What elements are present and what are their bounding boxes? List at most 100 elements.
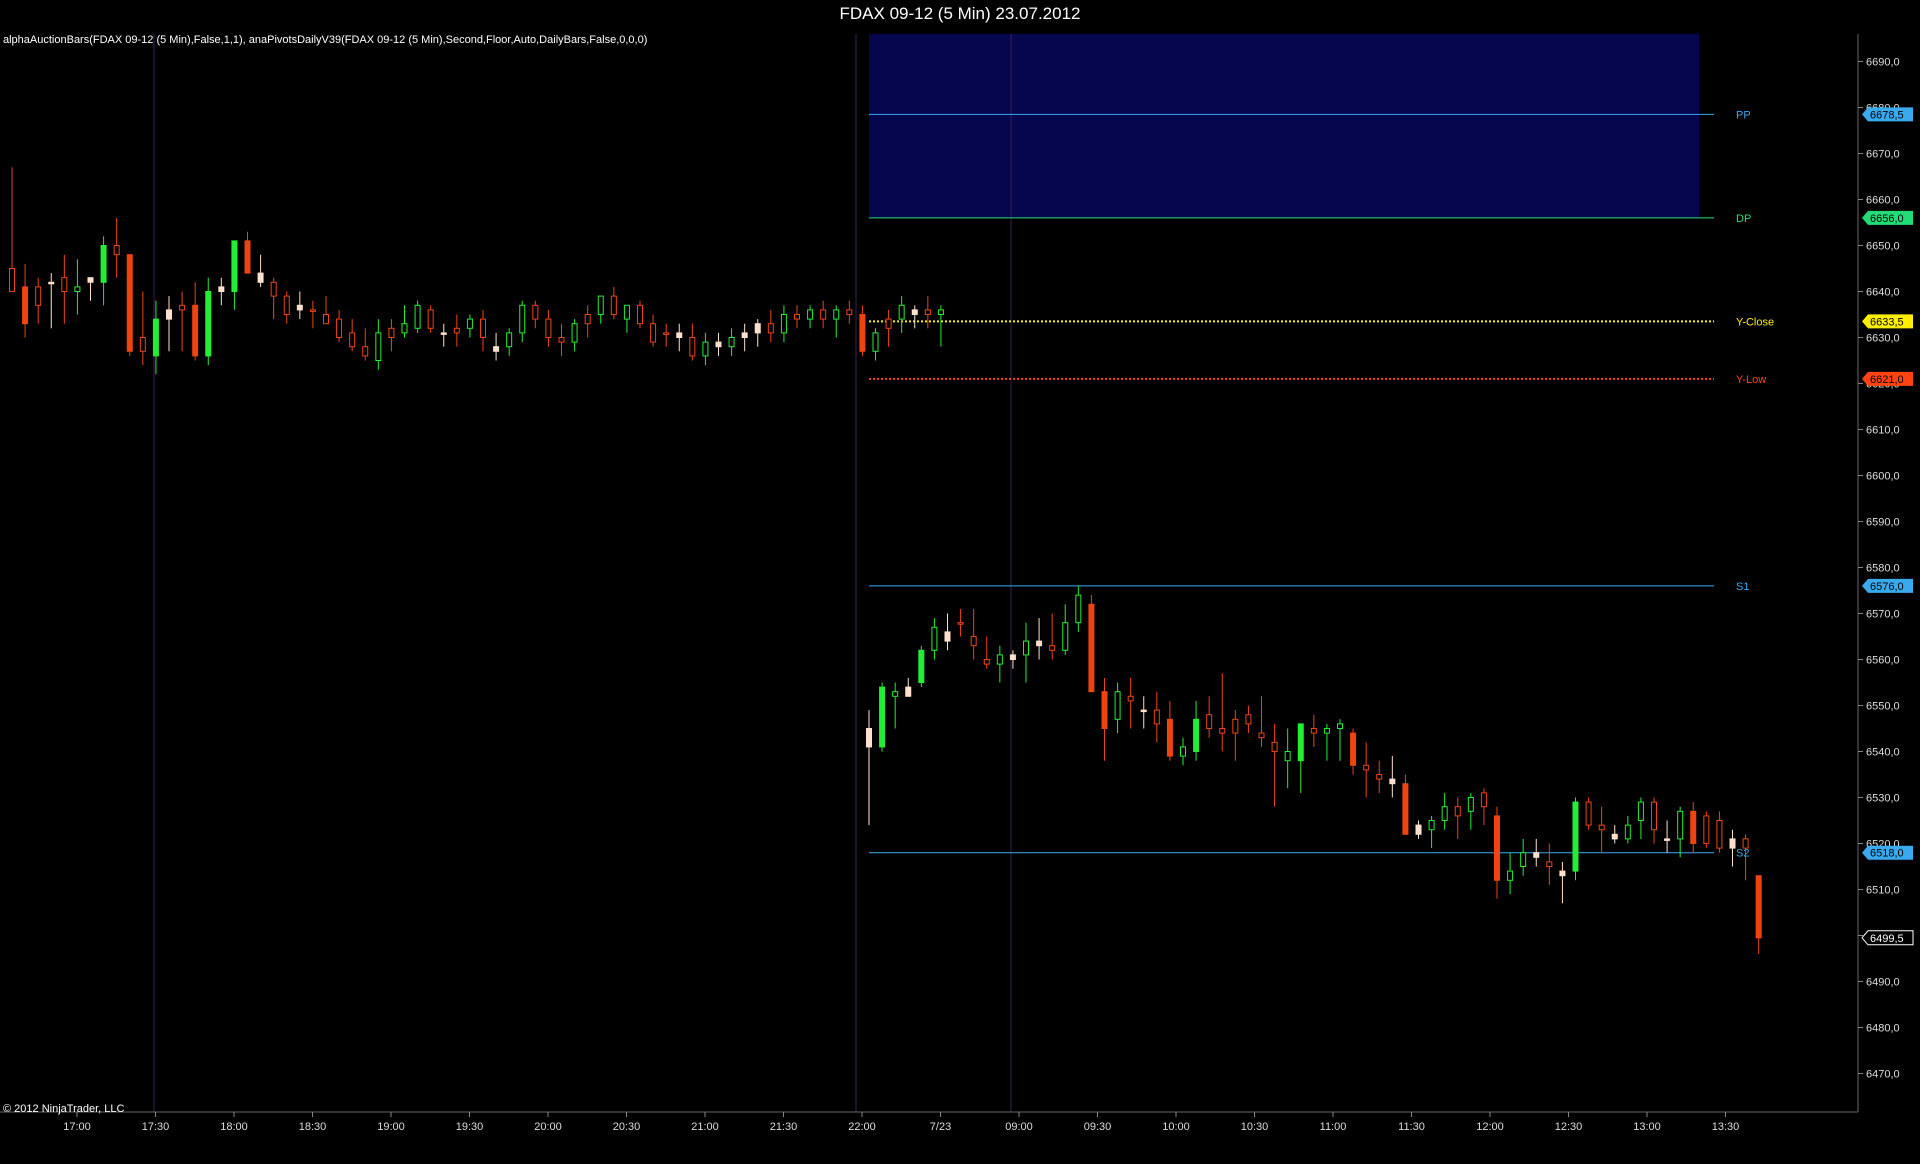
price-tick-label: 6640,0 [1866,287,1900,299]
candle [139,291,146,366]
candle [1323,723,1330,761]
candle [323,296,329,325]
price-tick-label: 6490,0 [1866,977,1900,989]
price-tick-label: 6610,0 [1866,425,1900,437]
candle [532,300,539,329]
time-tick-label: 18:30 [299,1121,327,1133]
candle [1219,673,1226,752]
candle [892,682,899,729]
candle-body [519,304,526,334]
candle [493,332,500,361]
candle [650,314,657,347]
candle-body [1337,723,1343,730]
candle [996,645,1003,683]
chart-frame[interactable]: PP DP Y-Close Y-Low S1 S2 6470,0 6480,0 6490,0 6… [0,28,1920,1159]
candle-body [898,304,905,320]
candle [584,305,591,338]
time-tick-label: 19:30 [456,1121,484,1133]
candle-body [1009,654,1016,661]
candle [61,254,68,324]
candle [1088,595,1095,693]
candle-body [466,318,473,329]
candle [192,282,199,361]
time-tick-label: 12:00 [1476,1121,1504,1133]
candle-body [794,314,800,320]
candle-body [480,318,486,339]
candle [1258,696,1265,747]
window-title: FDAX 09-12 (5 Min) 23.07.2012 [0,0,1920,28]
candle [741,323,748,352]
candle [257,254,264,287]
candle [1494,806,1500,899]
candle [519,300,526,343]
candle [205,277,212,366]
candle [1572,797,1579,881]
price-chart[interactable]: PP DP Y-Close Y-Low S1 S2 6470,0 6480,0 6490,0 6… [0,28,1920,1159]
candle [780,305,787,343]
candle-body [1507,870,1514,881]
candle-body [336,318,343,339]
candle-body [1664,838,1671,841]
candle-body [859,314,866,352]
candle-body [1546,861,1553,868]
price-tag-label: 6621,0 [1870,374,1904,386]
candle [349,319,356,352]
price-tag-label: 6633,5 [1870,316,1904,328]
candle-body [1363,764,1370,771]
candle-body [493,346,500,352]
candle [1062,604,1069,655]
candle-body [296,304,303,311]
candle [1206,696,1213,738]
candle [336,309,343,343]
candle [1664,820,1671,853]
candle [879,682,886,752]
candle-body [879,686,886,748]
candle [1402,774,1409,835]
candle-body [231,240,238,292]
candle [1677,806,1684,858]
candle [1310,714,1317,747]
candle [1703,811,1710,849]
candle-body [74,286,81,292]
candle-body [676,332,683,338]
candle-body [1153,709,1160,725]
candle-body [9,268,15,292]
candle [905,677,912,697]
candle-body [754,323,761,334]
candle-body [1376,774,1383,780]
candle-body [87,277,94,283]
candle [918,645,925,688]
candle-body [1402,783,1409,835]
time-tick-label: 17:00 [63,1121,91,1133]
price-tick-label: 6590,0 [1866,517,1900,529]
candle [1114,682,1121,734]
candle-body [1520,852,1527,868]
candle-body [807,309,814,320]
candle [1690,802,1697,853]
candle-body [905,686,912,697]
candle [1598,806,1605,853]
candle [74,259,81,315]
candle-body [1140,709,1147,713]
candle-body [1232,718,1239,734]
candle [1101,677,1108,761]
candle-body [1415,824,1422,835]
candle-body [48,281,55,285]
candle-body [702,341,709,357]
candle-body [1180,746,1186,757]
candle [885,309,892,347]
candle-body [1480,792,1487,808]
time-tick-label: 10:00 [1162,1121,1190,1133]
pivot-level-label-s1: S1 [1736,581,1749,593]
time-tick-label: 17:30 [142,1121,170,1133]
candle-body [1755,875,1762,939]
candle-body [911,309,918,315]
candle [231,240,238,310]
candle [1559,861,1566,904]
candle-body [1323,728,1330,734]
time-tick-label: 7/23 [930,1121,951,1133]
candle-body [506,332,513,348]
candle [1415,820,1422,839]
candle [1036,618,1043,660]
candle-body [375,332,382,361]
